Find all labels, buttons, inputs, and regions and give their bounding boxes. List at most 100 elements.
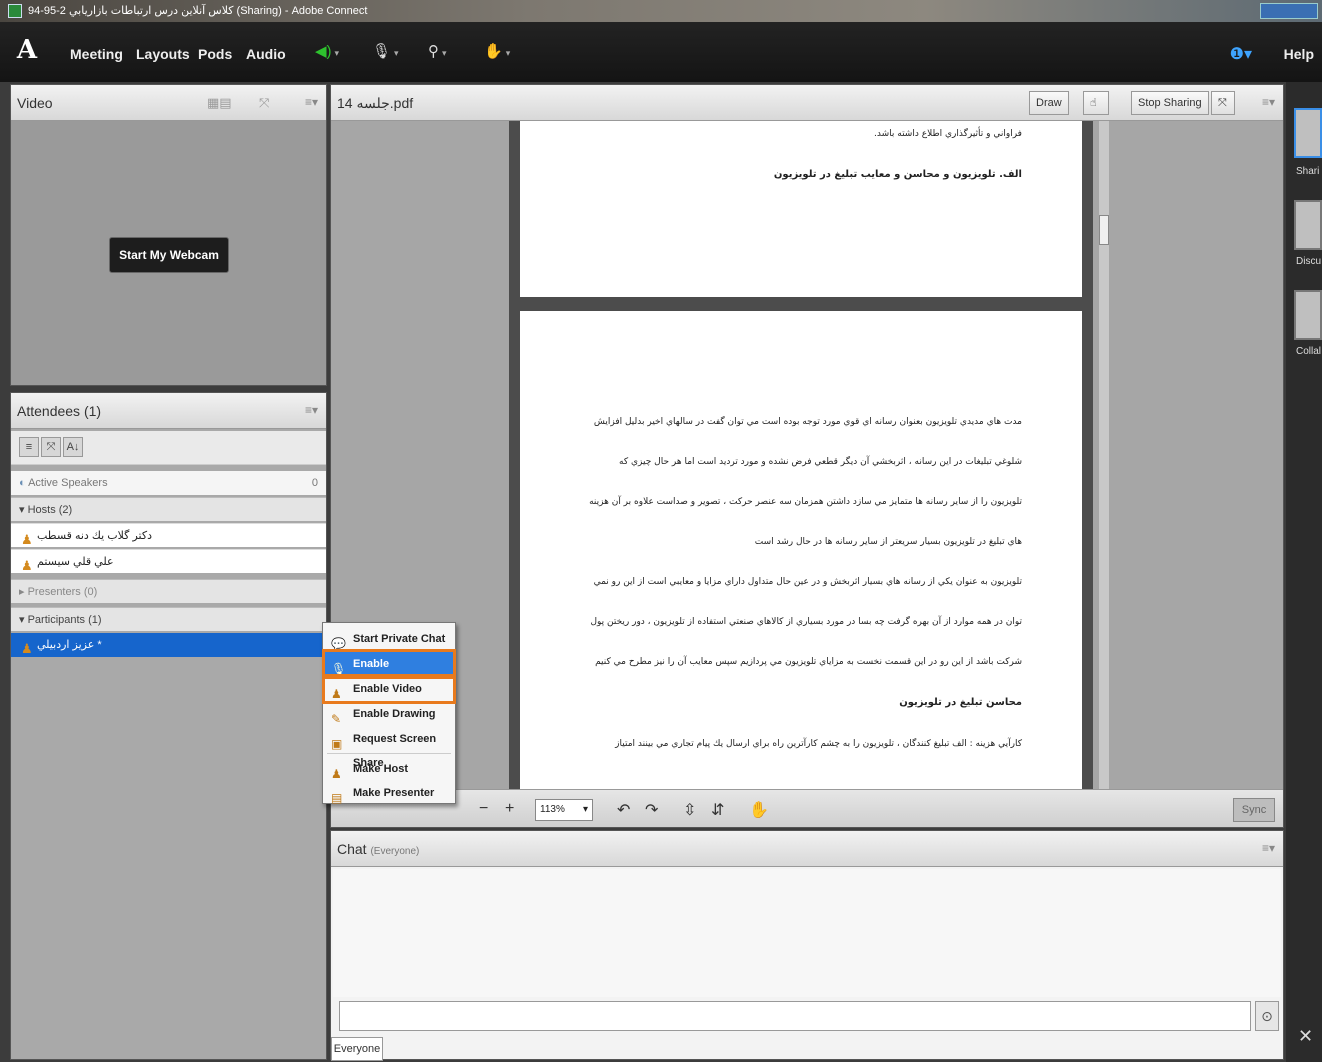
layout-label: Collal: [1296, 346, 1322, 357]
webcam-icon[interactable]: ⚲ ▾: [428, 42, 447, 64]
attendees-pod-header: Attendees (1) ≡▾: [11, 393, 326, 429]
participant-user-icon: ♟: [21, 641, 33, 656]
attendee-name: دكتر گلاب يك دنه قسطب: [37, 530, 152, 542]
rotate-right-icon[interactable]: ↷: [645, 800, 658, 820]
pdf-line: تلويزيون به عنوان يكي از رسانه هاي بسيار…: [593, 577, 1022, 587]
send-icon[interactable]: ⊙: [1255, 1001, 1279, 1031]
pointer-icon[interactable]: ☝: [1083, 91, 1109, 115]
group-participants-label: Participants (1): [27, 614, 102, 626]
menu-label: Make Host: [353, 763, 409, 775]
chevron-down-icon: ▾: [582, 804, 588, 815]
zoom-select[interactable]: 113% ▾: [535, 799, 593, 821]
menu-make-presenter[interactable]: ▤ Make Presenter: [325, 781, 453, 805]
menu-label: Make Presenter: [353, 787, 435, 799]
video-pod-title: Video: [17, 95, 53, 111]
menu-make-host[interactable]: ♟ Make Host: [325, 757, 453, 781]
active-speakers-label: Active Speakers: [28, 477, 108, 489]
layout-thumb-collaboration[interactable]: [1294, 290, 1322, 340]
menu-pods[interactable]: Pods: [198, 46, 232, 62]
layout-thumb-sharing[interactable]: [1294, 108, 1322, 158]
pdf-heading: الف. تلويزيون و محاسن و معايب تبليغ در ت…: [773, 169, 1022, 180]
share-pod-header: 14 جلسه.pdf Draw ☝ Stop Sharing ⤧ ≡▾: [331, 85, 1283, 121]
pdf-line: تلويزيون را از ساير رسانه ها متمايز مي س…: [589, 497, 1022, 507]
layout-thumb-discussion[interactable]: [1294, 200, 1322, 250]
video-pod: Video ▦▤ ⤧ ≡▾ Start My Webcam: [10, 84, 327, 386]
chat-scope: (Everyone): [370, 846, 420, 857]
group-hosts[interactable]: ▾ Hosts (2): [11, 497, 326, 521]
zoom-in-icon[interactable]: +: [505, 800, 514, 818]
menu-audio[interactable]: Audio: [246, 46, 286, 62]
pod-menu-icon[interactable]: ≡▾: [1262, 841, 1275, 855]
menu-layouts[interactable]: Layouts: [136, 46, 190, 62]
doc-scroll-thumb[interactable]: [1099, 215, 1109, 245]
menu-separator: [327, 753, 451, 754]
start-webcam-button[interactable]: Start My Webcam: [109, 237, 229, 273]
presenter-icon: ▤: [331, 791, 343, 805]
pod-menu-icon[interactable]: ≡▾: [305, 95, 318, 109]
raise-hand-icon[interactable]: ✋ ▾: [484, 42, 510, 64]
attendee-row[interactable]: ♟ دكتر گلاب يك دنه قسطب: [11, 523, 326, 547]
hand-tool-icon[interactable]: ✋: [749, 800, 769, 820]
menu-meeting[interactable]: Meeting: [70, 46, 123, 62]
attendees-pod: Attendees (1) ≡▾ ≡ ⤧ A↓ ◐ Active Speaker…: [10, 392, 327, 1060]
collapse-icon[interactable]: ✕: [1298, 1026, 1313, 1047]
share-toolbar: − + 113% ▾ ↶ ↷ ⇳ ⇵ ✋ Sync: [331, 789, 1283, 827]
grid-view-icon[interactable]: ▦▤: [207, 95, 232, 111]
zoom-value: 113%: [540, 804, 565, 815]
pdf-line: هاي تبليغ در تلويزيون بسيار سريعتر از سا…: [754, 537, 1022, 547]
active-speakers-count: 0: [311, 477, 318, 489]
sync-button[interactable]: Sync: [1233, 798, 1275, 822]
share-pod: 14 جلسه.pdf Draw ☝ Stop Sharing ⤧ ≡▾ فرا…: [330, 84, 1284, 828]
layouts-rail: Shari Discu Collal ✕: [1286, 82, 1322, 1062]
rotate-left-icon[interactable]: ↶: [617, 800, 630, 820]
chat-title-text: Chat: [337, 841, 367, 857]
pod-menu-icon[interactable]: ≡▾: [1262, 95, 1275, 109]
speaker-icon[interactable]: ◀) ▾: [315, 42, 339, 64]
menu-enable-video[interactable]: ♟ Enable Video: [322, 674, 456, 704]
menu-label: Start Private Chat: [353, 633, 446, 645]
title-bar: 94-95-2 كلاس آنلاين درس ارتباطات بازاريا…: [0, 0, 1322, 22]
adobe-logo-icon: A: [16, 35, 38, 65]
sort-icon[interactable]: A↓: [63, 437, 83, 457]
group-presenters[interactable]: ▸ Presenters (0): [11, 579, 326, 603]
window-controls[interactable]: [1260, 3, 1318, 19]
attendee-row-selected[interactable]: ♟ عزيز اردبيلي *: [11, 633, 326, 657]
app-icon: [8, 4, 22, 18]
menu-enable-drawing[interactable]: ✎ Enable Drawing: [325, 702, 453, 726]
attendee-name: عزيز اردبيلي *: [37, 639, 102, 651]
menu-label: Enable Drawing: [353, 708, 436, 720]
menu-label: Enable Video: [353, 683, 422, 695]
stop-sharing-button[interactable]: Stop Sharing: [1131, 91, 1209, 115]
fullscreen-icon[interactable]: ⤧: [259, 95, 269, 111]
pdf-heading: محاسن تبليغ در تلويزيون: [899, 697, 1022, 708]
pod-menu-icon[interactable]: ≡▾: [305, 403, 318, 417]
fit-width-icon[interactable]: ⇳: [683, 800, 696, 820]
attendee-toolbar: ≡ ⤧ A↓: [11, 431, 326, 465]
pdf-line: توان در همه موارد از آن بهره گرفت چه بسا…: [590, 617, 1022, 627]
chat-tab-everyone[interactable]: Everyone: [331, 1037, 383, 1061]
microphone-icon[interactable]: 🎙 ▾: [372, 42, 399, 64]
share-pod-title: 14 جلسه.pdf: [337, 95, 414, 111]
video-pod-header: Video ▦▤ ⤧ ≡▾: [11, 85, 326, 121]
menu-request-screen-share[interactable]: ▣ Request Screen Share: [325, 727, 453, 769]
chat-input[interactable]: [339, 1001, 1251, 1031]
draw-button[interactable]: Draw: [1029, 91, 1069, 115]
attendee-name: علي قلي سيستم: [37, 556, 114, 568]
menu-enable-microphone[interactable]: 🎙 Enable Microphone: [322, 649, 456, 694]
fullscreen-icon[interactable]: ⤧: [1211, 91, 1235, 115]
menu-help[interactable]: Help: [1284, 46, 1314, 62]
menu-start-private-chat[interactable]: 💬 Start Private Chat: [325, 627, 453, 651]
attendee-row[interactable]: ♟ علي قلي سيستم: [11, 549, 326, 573]
pdf-line: شركت باشد از اين رو در اين قسمت نخست به …: [595, 657, 1022, 667]
group-participants[interactable]: ▾ Participants (1): [11, 607, 326, 631]
speaker-icon: ◐: [19, 477, 29, 489]
list-view-icon[interactable]: ≡: [19, 437, 39, 457]
fit-page-icon[interactable]: ⇵: [711, 800, 724, 820]
pdf-line: شلوغي تبليغات در اين رسانه ، اثربخشي آن …: [619, 457, 1022, 467]
breakout-icon[interactable]: ⤧: [41, 437, 61, 457]
chat-pod: Chat (Everyone) ≡▾ ⊙ Everyone: [330, 830, 1284, 1061]
info-icon[interactable]: ❶▾: [1230, 44, 1252, 64]
layout-label: Discu: [1296, 256, 1322, 267]
zoom-out-icon[interactable]: −: [479, 800, 488, 818]
pdf-document-view[interactable]: فراواني و تأثيرگذاري اطلاع داشته باشد. ا…: [509, 121, 1093, 789]
